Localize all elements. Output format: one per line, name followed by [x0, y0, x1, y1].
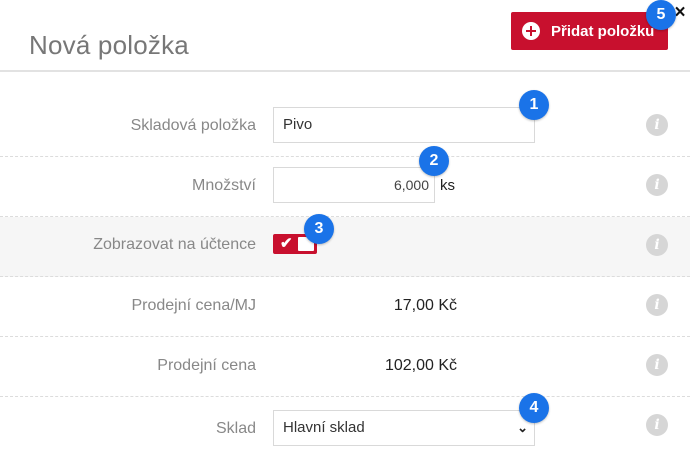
- checkmark-icon: ✔: [280, 235, 293, 252]
- dialog-header: Nová položka Přidat položku: [0, 0, 690, 72]
- annotation-badge-2: 2: [419, 146, 449, 176]
- show-on-receipt-label: Zobrazovat na účtence: [93, 236, 256, 253]
- add-item-button-label: Přidat položku: [551, 22, 655, 40]
- plus-circle-icon: [522, 22, 540, 40]
- info-icon[interactable]: i: [646, 174, 668, 196]
- form-row-total-price: Prodejní cena 102,00 Kč: [0, 337, 690, 397]
- warehouse-select[interactable]: Hlavní sklad ⌄: [273, 410, 535, 446]
- add-item-button[interactable]: Přidat položku: [511, 12, 668, 50]
- annotation-badge-5: 5: [646, 0, 676, 30]
- annotation-badge-1: 1: [519, 90, 549, 120]
- info-icon[interactable]: i: [646, 234, 668, 256]
- quantity-label: Množství: [191, 177, 256, 194]
- item-input[interactable]: Pivo: [273, 107, 535, 143]
- quantity-input[interactable]: 6,000: [273, 167, 435, 203]
- quantity-unit: ks: [440, 177, 455, 194]
- info-icon[interactable]: i: [646, 114, 668, 136]
- info-icon[interactable]: i: [646, 354, 668, 376]
- unit-price-label: Prodejní cena/MJ: [131, 297, 256, 314]
- info-icon[interactable]: i: [646, 414, 668, 436]
- form-row-show-on-receipt: Zobrazovat na účtence: [0, 217, 690, 277]
- unit-price-value: 17,00 Kč: [393, 297, 457, 314]
- page-title: Nová položka: [29, 30, 189, 60]
- annotation-badge-4: 4: [519, 393, 549, 423]
- total-price-value: 102,00 Kč: [384, 357, 457, 374]
- form-row-unit-price: Prodejní cena/MJ 17,00 Kč: [0, 277, 690, 337]
- info-icon[interactable]: i: [646, 294, 668, 316]
- warehouse-label: Sklad: [215, 420, 256, 437]
- total-price-label: Prodejní cena: [157, 357, 256, 374]
- annotation-badge-3: 3: [304, 214, 334, 244]
- item-label: Skladová položka: [130, 117, 256, 134]
- warehouse-select-value: Hlavní sklad: [283, 419, 365, 436]
